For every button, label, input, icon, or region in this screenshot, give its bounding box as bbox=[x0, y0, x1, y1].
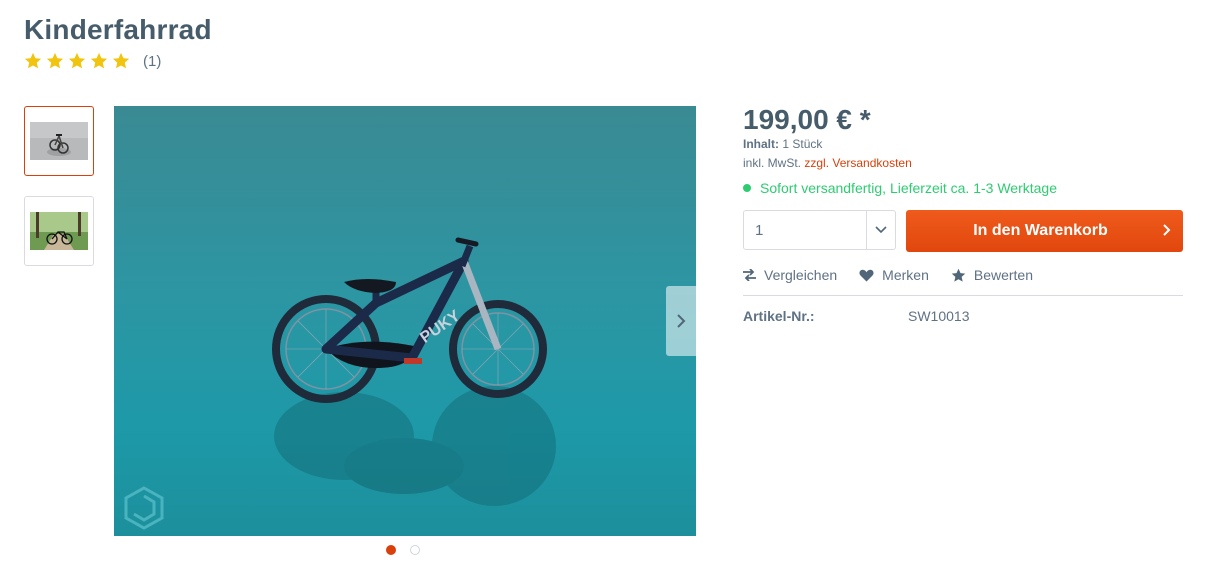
article-number-label: Artikel-Nr.: bbox=[743, 308, 815, 324]
product-actions: Vergleichen Merken Bewerten bbox=[743, 267, 1055, 283]
compare-label: Vergleichen bbox=[764, 267, 838, 283]
rating-stars bbox=[24, 52, 130, 70]
compare-arrows-icon bbox=[743, 269, 756, 281]
star-icon bbox=[46, 52, 64, 69]
tax-info: inkl. MwSt. zzgl. Versandkosten bbox=[743, 156, 912, 170]
tax-text: inkl. MwSt. bbox=[743, 156, 802, 170]
bike-illustration: PUKY bbox=[124, 237, 556, 530]
pagination-dot[interactable] bbox=[410, 545, 420, 555]
star-icon bbox=[90, 52, 108, 69]
delivery-text: Sofort versandfertig, Lieferzeit ca. 1-3… bbox=[760, 180, 1057, 196]
compare-button[interactable]: Vergleichen bbox=[743, 267, 837, 283]
content-label: Inhalt: bbox=[743, 137, 779, 151]
product-price: 199,00 € * bbox=[743, 104, 871, 135]
image-pagination bbox=[386, 545, 420, 555]
delivery-status: Sofort versandfertig, Lieferzeit ca. 1-3… bbox=[743, 180, 1057, 196]
remember-label: Merken bbox=[882, 267, 929, 283]
divider bbox=[743, 295, 1183, 296]
thumb-bike-studio[interactable] bbox=[24, 106, 94, 176]
quantity-value: 1 bbox=[755, 222, 764, 239]
star-icon bbox=[24, 52, 42, 69]
pagination-dot[interactable] bbox=[386, 545, 396, 555]
chevron-right-icon bbox=[1163, 224, 1171, 236]
image-next-button[interactable] bbox=[666, 286, 696, 356]
product-content: Inhalt: 1 Stück bbox=[743, 137, 822, 151]
review-label: Bewerten bbox=[973, 267, 1034, 283]
thumbnail-image bbox=[30, 212, 88, 250]
remember-button[interactable]: Merken bbox=[859, 267, 929, 283]
rating-count[interactable]: (1) bbox=[143, 53, 161, 70]
heart-icon bbox=[859, 269, 874, 281]
star-icon bbox=[112, 52, 130, 69]
brand-logo-icon bbox=[124, 486, 164, 530]
thumbnail-image bbox=[30, 122, 88, 160]
chevron-right-icon bbox=[677, 314, 686, 328]
product-title: Kinderfahrrad bbox=[24, 14, 212, 45]
article-number-value: SW10013 bbox=[908, 308, 970, 324]
quantity-select[interactable]: 1 bbox=[743, 210, 896, 250]
thumb-bike-forest[interactable] bbox=[24, 196, 94, 266]
add-to-cart-button[interactable]: In den Warenkorb bbox=[906, 210, 1183, 252]
review-button[interactable]: Bewerten bbox=[951, 267, 1033, 283]
star-outline-icon bbox=[951, 268, 966, 282]
product-rating[interactable]: (1) bbox=[24, 52, 161, 70]
delivery-status-dot bbox=[743, 184, 751, 192]
add-to-cart-label: In den Warenkorb bbox=[973, 222, 1108, 239]
star-icon bbox=[68, 52, 86, 69]
chevron-down-icon bbox=[866, 211, 895, 249]
shipping-costs-link[interactable]: zzgl. Versandkosten bbox=[804, 156, 911, 170]
content-value: 1 Stück bbox=[782, 137, 823, 151]
product-main-image[interactable]: PUKY bbox=[114, 106, 696, 536]
